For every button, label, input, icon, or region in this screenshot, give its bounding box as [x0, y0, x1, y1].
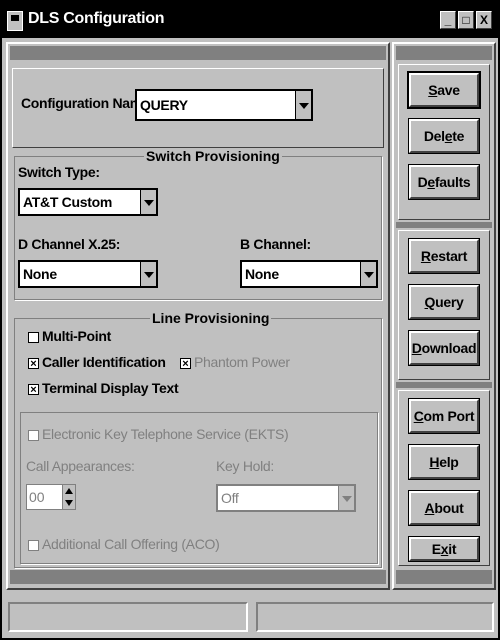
btn-panel-top — [396, 46, 492, 60]
title-bar[interactable]: DLS Configuration _ □ X — [2, 2, 498, 38]
key-hold-combo[interactable]: Off — [216, 484, 356, 512]
main-panel: Configuration Name: QUERY Switch Provisi… — [6, 42, 390, 590]
chevron-down-icon[interactable] — [360, 262, 376, 286]
chevron-down-icon[interactable] — [140, 190, 156, 214]
maximize-button[interactable]: □ — [458, 11, 474, 29]
config-name-combo[interactable]: QUERY — [135, 89, 313, 121]
help-button[interactable]: Help — [408, 444, 480, 480]
switch-type-value: AT&T Custom — [23, 194, 112, 210]
save-button[interactable]: Save — [407, 71, 481, 109]
key-hold-value: Off — [221, 490, 239, 506]
download-button[interactable]: Download — [408, 330, 480, 366]
call-appearances-value: 00 — [29, 489, 45, 505]
ekts-label[interactable]: Electronic Key Telephone Service (EKTS) — [42, 426, 289, 442]
call-appearances-label: Call Appearances: — [26, 458, 135, 474]
config-name-label: Configuration Name: — [21, 95, 154, 111]
caller-id-checkbox[interactable]: × — [28, 358, 39, 370]
minimize-button[interactable]: _ — [440, 11, 456, 29]
caller-id-label[interactable]: Caller Identification — [42, 354, 166, 370]
multipoint-checkbox[interactable] — [28, 332, 39, 343]
ekts-checkbox[interactable] — [28, 430, 39, 441]
switch-provisioning-title: Switch Provisioning — [144, 148, 282, 164]
multipoint-label[interactable]: Multi-Point — [42, 328, 111, 344]
about-button[interactable]: About — [408, 490, 480, 526]
bchannel-combo[interactable]: None — [240, 260, 378, 288]
btn-divider-1 — [396, 222, 492, 228]
button-group-1: Save Del e te De faults — [398, 64, 490, 220]
chevron-down-icon[interactable] — [140, 262, 156, 286]
window-title: DLS Configuration — [28, 10, 165, 27]
exit-button[interactable]: Ex it — [408, 536, 480, 562]
config-name-section: Configuration Name: QUERY — [12, 68, 384, 148]
line-provisioning-title: Line Provisioning — [150, 310, 272, 326]
spinner-arrows[interactable] — [62, 485, 75, 509]
dchannel-combo[interactable]: None — [18, 260, 158, 288]
close-button[interactable]: X — [476, 11, 492, 29]
phantom-power-checkbox[interactable]: × — [180, 358, 191, 370]
key-hold-label: Key Hold: — [216, 458, 274, 474]
status-pane-left — [8, 602, 248, 632]
call-appearances-spinner[interactable]: 00 — [26, 484, 76, 510]
terminal-display-checkbox[interactable]: × — [28, 384, 39, 396]
btn-divider-2 — [396, 382, 492, 388]
btn-panel-bottom — [396, 570, 492, 584]
button-group-3: Com Port Help About Ex it — [398, 390, 490, 566]
phantom-power-label[interactable]: Phantom Power — [194, 354, 290, 370]
delete-button[interactable]: Del e te — [408, 118, 480, 154]
restart-button[interactable]: Restart — [408, 238, 480, 274]
dchannel-value: None — [23, 266, 57, 282]
chevron-down-icon[interactable] — [338, 486, 354, 510]
query-button[interactable]: Query — [408, 284, 480, 320]
bchannel-value: None — [245, 266, 279, 282]
bottom-divider — [10, 570, 386, 584]
defaults-button[interactable]: De faults — [408, 164, 480, 200]
top-divider — [10, 46, 386, 60]
arrow-up-icon[interactable] — [65, 488, 73, 494]
switch-type-label: Switch Type: — [18, 164, 100, 180]
terminal-display-label[interactable]: Terminal Display Text — [42, 380, 179, 396]
button-panel: Save Del e te De faults Restart Query Downl… — [392, 42, 496, 590]
dls-configuration-window: DLS Configuration _ □ X Configuration Na… — [0, 0, 500, 640]
aco-label[interactable]: Additional Call Offering (ACO) — [42, 536, 220, 552]
arrow-down-icon[interactable] — [65, 500, 73, 506]
button-group-2: Restart Query Download — [398, 230, 490, 380]
switch-type-combo[interactable]: AT&T Custom — [18, 188, 158, 216]
status-pane-right — [256, 602, 494, 632]
com-port-button[interactable]: Com Port — [408, 398, 480, 434]
chevron-down-icon[interactable] — [295, 91, 311, 119]
config-name-value: QUERY — [140, 97, 188, 113]
aco-checkbox[interactable] — [28, 540, 39, 551]
dchannel-label: D Channel X.25: — [18, 236, 121, 252]
app-icon[interactable] — [7, 11, 23, 31]
bchannel-label: B Channel: — [240, 236, 311, 252]
